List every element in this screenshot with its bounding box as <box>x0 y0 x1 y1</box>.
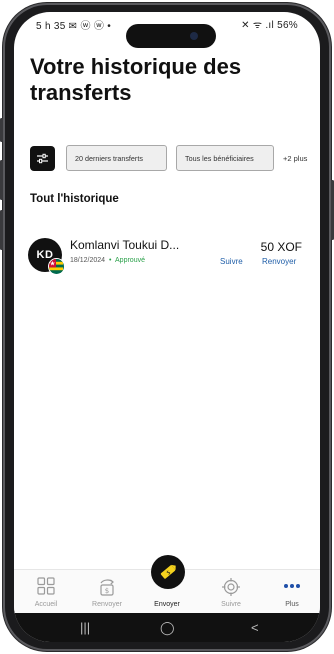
sliders-icon <box>37 153 48 164</box>
nav-label-home: Accueil <box>34 601 58 608</box>
page-title: Votre historique des transferts <box>30 54 242 105</box>
more-filters-link[interactable]: +2 plus <box>283 154 307 163</box>
phone-side-button <box>0 118 3 142</box>
track-transfer-link[interactable]: Suivre <box>220 257 243 266</box>
phone-volume-down <box>0 210 3 250</box>
nav-label-resend: Renvoyer <box>92 601 122 608</box>
android-nav-bar: ||| ◯ < <box>14 613 320 642</box>
filter-chip-recent-transfers[interactable]: 20 derniers transferts <box>66 145 167 171</box>
status-time: 5 h 35 ✉ ⓦ ⓦ • <box>36 21 111 32</box>
nav-label-track: Suivre <box>221 601 241 608</box>
meta-separator: • <box>109 257 112 264</box>
home-grid-icon <box>37 577 55 595</box>
android-back-button[interactable]: < <box>251 620 259 635</box>
transfer-meta: 18/12/2024 • Approuvé <box>70 257 145 264</box>
track-target-icon <box>222 578 240 596</box>
svg-text:$: $ <box>105 587 109 595</box>
camera-lens-icon <box>190 32 198 40</box>
recent-apps-button[interactable]: ||| <box>80 620 90 635</box>
nav-item-more[interactable]: Plus <box>264 570 320 614</box>
transfer-amount: 50 XOF <box>260 240 302 254</box>
transfer-date: 18/12/2024 <box>70 257 106 264</box>
nav-label-send: Envoyer <box>154 601 180 608</box>
status-badge: Approuvé <box>115 257 145 264</box>
filter-row: 20 derniers transferts Tous les bénéfici… <box>30 144 320 172</box>
status-system-icons: ✕ ᯤ .ıl 56% <box>241 20 298 31</box>
send-money-button[interactable]: $ <box>151 555 185 589</box>
phone-volume-up <box>0 160 3 200</box>
togo-flag-icon <box>48 258 65 275</box>
more-dots-icon <box>284 584 300 588</box>
filter-chip-all-beneficiaries[interactable]: Tous les bénéficiaires <box>176 145 274 171</box>
transfer-row[interactable]: KD Komlanvi Toukui D... 18/12/2024 • App… <box>28 234 308 284</box>
send-money-icon: $ <box>160 564 176 579</box>
nav-item-track[interactable]: Suivre <box>203 570 259 614</box>
recipient-name: Komlanvi Toukui D... <box>70 238 180 252</box>
nav-item-home[interactable]: Accueil <box>18 570 74 614</box>
app-screen: 5 h 35 ✉ ⓦ ⓦ • ✕ ᯤ .ıl 56% Votre histori… <box>14 12 320 642</box>
nav-label-more: Plus <box>285 601 299 608</box>
camera-notch <box>126 24 216 48</box>
resend-transfer-link[interactable]: Renvoyer <box>262 257 296 266</box>
android-home-button[interactable]: ◯ <box>160 620 175 636</box>
nav-item-resend[interactable]: $ Renvoyer <box>79 570 135 614</box>
resend-money-icon: $ <box>100 579 114 596</box>
filter-settings-button[interactable] <box>30 146 55 171</box>
section-title: Tout l'historique <box>30 193 119 205</box>
